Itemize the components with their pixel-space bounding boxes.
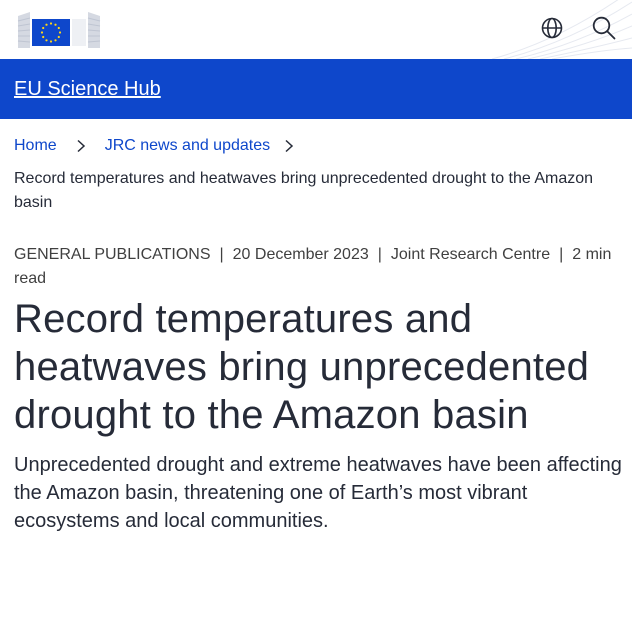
language-button[interactable]: [539, 14, 565, 42]
european-commission-logo[interactable]: [14, 8, 104, 51]
site-name-link[interactable]: EU Science Hub: [14, 78, 161, 100]
content-type-label: GENERAL PUBLICATIONS: [14, 246, 211, 263]
meta-separator: |: [377, 246, 382, 263]
chevron-right-icon: [57, 139, 105, 153]
globe-icon: [541, 17, 563, 39]
breadcrumb: Home JRC news and updates Record tempera…: [14, 137, 618, 215]
meta-separator: |: [219, 246, 224, 263]
article-title: Record temperatures and heatwaves bring …: [14, 297, 590, 437]
article-meta: GENERAL PUBLICATIONS | 20 December 2023 | Jo…: [14, 243, 618, 291]
chevron-right-icon: [270, 139, 308, 153]
search-icon: [592, 16, 616, 40]
site-name-bar: EU Science Hub: [0, 59, 632, 119]
breadcrumb-links: Home JRC news and updates: [14, 137, 618, 155]
european-commission-logo-icon: [17, 12, 101, 48]
breadcrumb-current-page: Record temperatures and heatwaves bring …: [14, 170, 594, 211]
breadcrumb-item-home[interactable]: Home: [14, 137, 57, 155]
search-button[interactable]: [591, 14, 617, 42]
article-lead: Unprecedented drought and extreme heatwa…: [14, 454, 622, 532]
meta-separator: |: [559, 246, 564, 263]
author-label: Joint Research Centre: [390, 246, 551, 263]
publication-date: 20 December 2023: [232, 246, 369, 263]
top-header: [0, 0, 632, 59]
breadcrumb-item-jrc-news[interactable]: JRC news and updates: [105, 137, 270, 155]
